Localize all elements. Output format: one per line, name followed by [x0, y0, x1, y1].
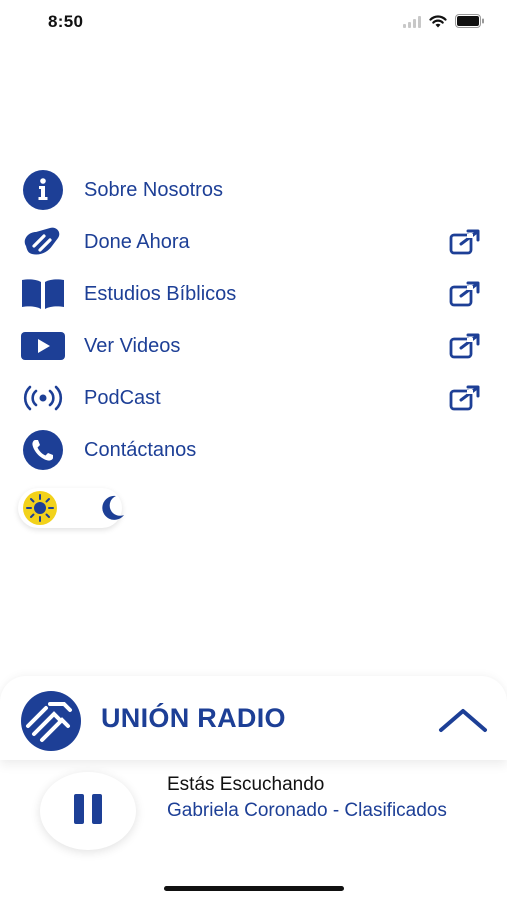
sun-icon[interactable] [22, 490, 58, 526]
now-playing-label: Estás Escuchando [167, 774, 325, 795]
menu-item-sobre-nosotros[interactable]: Sobre Nosotros [0, 164, 507, 216]
menu-item-estudios-biblicos[interactable]: Estudios Bíblicos [0, 268, 507, 320]
wifi-icon [429, 14, 447, 33]
menu-label: Contáctanos [84, 438, 197, 461]
status-icons [403, 14, 485, 33]
external-link-icon[interactable] [448, 277, 482, 311]
battery-icon [455, 14, 485, 33]
podcast-broadcast-icon [20, 375, 66, 421]
pause-button[interactable] [40, 772, 136, 850]
home-indicator[interactable] [164, 886, 344, 891]
menu-item-done-ahora[interactable]: Done Ahora [0, 216, 507, 268]
union-radio-logo-icon [20, 690, 82, 752]
external-link-icon[interactable] [448, 381, 482, 415]
video-play-icon [20, 323, 66, 369]
moon-icon[interactable] [96, 492, 128, 524]
menu-label: Ver Videos [84, 334, 181, 357]
now-playing-bar: Estás Escuchando Gabriela Coronado - Cla… [0, 760, 507, 860]
signal-icon [403, 15, 421, 33]
theme-toggle[interactable] [18, 488, 124, 528]
phone-icon [20, 427, 66, 473]
pause-icon [73, 793, 103, 830]
book-icon [20, 271, 66, 317]
menu-label: Done Ahora [84, 230, 190, 253]
brand-name: UNIÓN RADIO [101, 703, 286, 733]
menu-item-contactanos[interactable]: Contáctanos [0, 424, 507, 476]
info-icon [20, 167, 66, 213]
external-link-icon[interactable] [448, 225, 482, 259]
player-header[interactable]: UNIÓN RADIO [0, 676, 507, 760]
menu-label: PodCast [84, 386, 161, 409]
menu-label: Estudios Bíblicos [84, 282, 237, 305]
chevron-up-icon[interactable] [437, 702, 489, 738]
donate-hand-icon [20, 219, 66, 265]
external-link-icon[interactable] [448, 329, 482, 363]
menu-label: Sobre Nosotros [84, 178, 223, 201]
status-time: 8:50 [48, 12, 84, 31]
status-bar: 8:50 [0, 0, 507, 44]
menu-item-ver-videos[interactable]: Ver Videos [0, 320, 507, 372]
menu-item-podcast[interactable]: PodCast [0, 372, 507, 424]
track-title: Gabriela Coronado - Clasificados [167, 800, 447, 821]
